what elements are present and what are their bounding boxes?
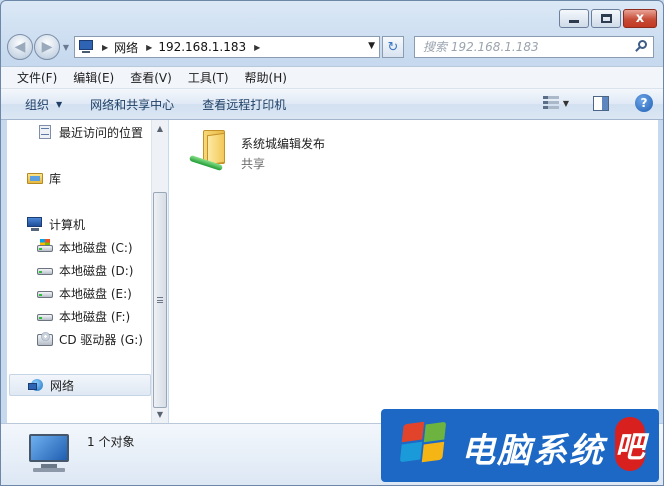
help-icon[interactable]: ? (635, 94, 653, 112)
watermark-badge: 电脑系统 吧 (381, 409, 659, 482)
network-icon (28, 377, 44, 393)
menu-help[interactable]: 帮助(H) (237, 69, 295, 86)
grip-icon (157, 297, 163, 303)
nav-computer[interactable]: 计算机 (27, 213, 85, 235)
shared-folder-icon (188, 128, 233, 174)
drive-icon (37, 308, 53, 324)
views-icon[interactable] (542, 95, 559, 111)
crumb-network[interactable]: 网络 (114, 39, 138, 56)
crumb-separator-icon[interactable]: ▶ (254, 43, 260, 52)
organize-label: 组织 (25, 97, 50, 112)
search-input[interactable] (423, 40, 623, 54)
preview-pane-icon[interactable] (593, 95, 609, 111)
crumb-separator-icon[interactable]: ▶ (102, 43, 108, 52)
nav-label: 本地磁盘 (F:) (59, 309, 131, 324)
network-sharing-center-button[interactable]: 网络和共享中心 (76, 96, 188, 113)
recent-pages-dropdown[interactable]: ▼ (60, 34, 72, 60)
organize-button[interactable]: 组织 ▼ (11, 96, 76, 113)
watermark-last-char: 吧 (615, 417, 645, 471)
nav-drive-e[interactable]: 本地磁盘 (E:) (37, 282, 132, 304)
minimize-button[interactable] (559, 9, 589, 28)
view-remote-printers-button[interactable]: 查看远程打印机 (188, 96, 300, 113)
forward-button[interactable]: ▶ (34, 34, 60, 60)
maximize-button[interactable] (591, 9, 621, 28)
menu-file[interactable]: 文件(F) (9, 69, 65, 86)
monitor-icon (27, 434, 71, 474)
windows-logo-icon (395, 419, 455, 469)
nav-label: 本地磁盘 (C:) (59, 240, 133, 255)
address-row: ◀ ▶ ▼ ▶ 网络 ▶ 192.168.1.183 ▶ ▼ ↻ (7, 33, 657, 61)
library-icon (27, 170, 43, 186)
refresh-icon: ↻ (387, 39, 399, 55)
command-bar: 组织 ▼ 网络和共享中心 查看远程打印机 ▼ ? (1, 89, 663, 120)
menu-edit[interactable]: 编辑(E) (65, 69, 122, 86)
nav-label: 最近访问的位置 (59, 125, 144, 140)
shared-folder-item[interactable]: 系统城编辑发布 共享 (188, 128, 325, 174)
search-box[interactable] (414, 36, 654, 58)
drive-icon (37, 285, 53, 301)
shared-folder-subtitle: 共享 (241, 157, 266, 171)
cd-drive-icon (37, 331, 53, 347)
scroll-down-button[interactable]: ▼ (152, 406, 168, 423)
menu-tools[interactable]: 工具(T) (180, 69, 237, 86)
nav-cd-drive-g[interactable]: CD 驱动器 (G:) (37, 328, 143, 350)
command-bar-right: ▼ ? (542, 94, 653, 112)
address-bar[interactable]: ▶ 网络 ▶ 192.168.1.183 ▶ ▼ (74, 36, 380, 58)
system-drive-icon (37, 239, 53, 255)
navigation-pane: 最近访问的位置 库 计算机 本地磁盘 (C:) 本地磁盘 (D:) 本地磁盘 (… (7, 120, 151, 423)
views-dropdown-icon[interactable]: ▼ (563, 99, 569, 108)
refresh-button[interactable]: ↻ (382, 36, 404, 58)
maximize-icon (600, 14, 612, 23)
nav-drive-c[interactable]: 本地磁盘 (C:) (37, 236, 133, 258)
nav-label: 计算机 (49, 217, 86, 232)
scroll-thumb[interactable] (153, 192, 167, 408)
nav-label: 网络 (50, 378, 75, 393)
minimize-icon (569, 20, 579, 23)
drive-icon (37, 262, 53, 278)
object-count: 1 个对象 (87, 435, 135, 449)
back-button[interactable]: ◀ (7, 34, 33, 60)
nav-drive-d[interactable]: 本地磁盘 (D:) (37, 259, 133, 281)
search-icon[interactable] (634, 40, 648, 54)
shared-folder-text: 系统城编辑发布 共享 (241, 128, 325, 174)
nav-label: 库 (49, 171, 62, 186)
address-history-dropdown[interactable]: ▼ (368, 41, 375, 51)
nav-drive-f[interactable]: 本地磁盘 (F:) (37, 305, 130, 327)
nav-label: CD 驱动器 (G:) (59, 332, 143, 347)
nav-pane-scrollbar[interactable]: ▲ ▼ (151, 120, 168, 423)
forward-arrow-icon: ▶ (41, 39, 53, 55)
nav-label: 本地磁盘 (D:) (59, 263, 134, 278)
recent-places-icon (37, 124, 53, 140)
crumb-host[interactable]: 192.168.1.183 (158, 40, 246, 54)
content-pane: 系统城编辑发布 共享 (169, 120, 658, 423)
nav-recent-places[interactable]: 最近访问的位置 (37, 121, 143, 143)
crumb-separator-icon[interactable]: ▶ (146, 43, 152, 52)
close-button[interactable]: x (623, 9, 657, 28)
nav-label: 本地磁盘 (E:) (59, 286, 132, 301)
caption-buttons: x (559, 9, 657, 28)
watermark-text: 电脑系统 (461, 431, 605, 471)
nav-network[interactable]: 网络 (9, 374, 151, 396)
chevron-down-icon: ▼ (56, 99, 63, 109)
menu-bar: 文件(F) 编辑(E) 查看(V) 工具(T) 帮助(H) (1, 66, 663, 89)
computer-icon (27, 216, 43, 232)
menu-view[interactable]: 查看(V) (122, 69, 180, 86)
scroll-up-button[interactable]: ▲ (152, 120, 168, 137)
nav-libraries[interactable]: 库 (27, 167, 61, 189)
network-location-icon (78, 40, 94, 54)
close-icon: x (635, 11, 645, 26)
shared-folder-name: 系统城编辑发布 (241, 137, 326, 151)
back-arrow-icon: ◀ (14, 39, 26, 55)
